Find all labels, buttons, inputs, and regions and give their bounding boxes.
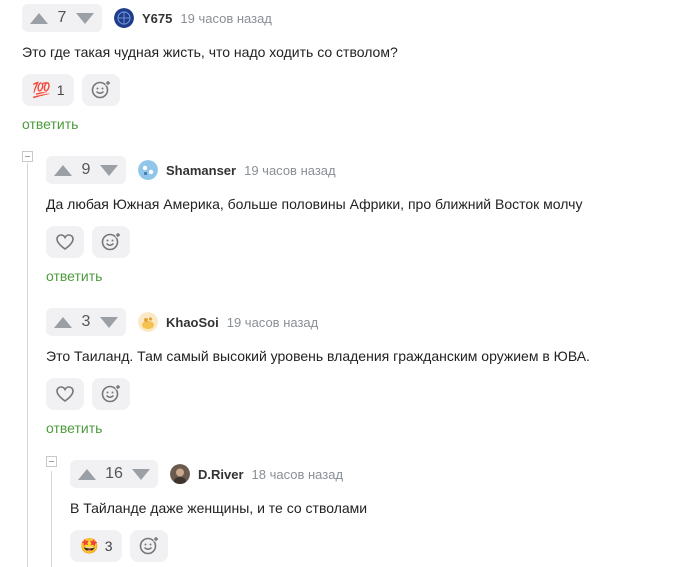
comment-text: В Тайланде даже женщины, и те со стволам…	[70, 500, 368, 516]
reaction-button[interactable]: 🤩 3	[70, 530, 123, 562]
author-name[interactable]: D.River	[198, 467, 244, 482]
arrow-up-icon[interactable]	[78, 468, 96, 480]
heart-icon	[56, 386, 74, 402]
arrow-up-icon[interactable]	[30, 12, 48, 24]
timestamp[interactable]: 19 часов назад	[227, 315, 319, 330]
avatar[interactable]	[138, 160, 158, 180]
add-emoji-icon	[140, 536, 159, 555]
add-emoji-icon	[101, 232, 121, 251]
like-button[interactable]	[46, 378, 84, 410]
rating: 9	[81, 161, 91, 178]
vote-box: 3	[46, 308, 126, 336]
arrow-up-icon[interactable]	[54, 164, 72, 176]
add-reaction-button[interactable]	[92, 378, 130, 410]
collapse-icon[interactable]	[22, 151, 33, 162]
vote-box: 9	[46, 156, 126, 184]
comment-text: Это где такая чудная жисть, что надо ход…	[22, 44, 398, 60]
avatar[interactable]	[138, 312, 158, 332]
timestamp[interactable]: 18 часов назад	[252, 467, 344, 482]
arrow-down-icon[interactable]	[100, 164, 118, 176]
heart-icon	[56, 234, 74, 250]
collapse-icon[interactable]	[46, 456, 57, 467]
author-name[interactable]: KhaoSoi	[166, 315, 219, 330]
add-reaction-button[interactable]	[130, 530, 169, 562]
avatar[interactable]	[170, 464, 190, 484]
author-name[interactable]: Shamanser	[166, 163, 236, 178]
reply-link[interactable]: ответить	[46, 268, 102, 284]
add-emoji-icon	[101, 384, 121, 403]
reaction-count: 3	[104, 538, 113, 554]
reply-link[interactable]: ответить	[22, 116, 78, 132]
vote-box: 16	[70, 460, 158, 488]
add-emoji-icon	[92, 80, 111, 99]
thread-line	[27, 163, 28, 567]
rating: 7	[57, 9, 67, 26]
reaction-button[interactable]: 💯 1	[22, 74, 75, 106]
thread-line	[51, 471, 52, 567]
like-button[interactable]	[46, 226, 84, 258]
star-struck-emoji-icon: 🤩	[80, 538, 99, 555]
avatar[interactable]	[114, 8, 134, 28]
arrow-down-icon[interactable]	[132, 468, 150, 480]
rating: 16	[105, 465, 123, 482]
arrow-down-icon[interactable]	[100, 316, 118, 328]
add-reaction-button[interactable]	[82, 74, 121, 106]
reply-link[interactable]: ответить	[46, 420, 102, 436]
reaction-count: 1	[56, 82, 65, 98]
add-reaction-button[interactable]	[92, 226, 130, 258]
rating: 3	[81, 313, 91, 330]
timestamp[interactable]: 19 часов назад	[180, 11, 272, 26]
hundred-points-emoji-icon: 💯	[32, 82, 51, 99]
author-name[interactable]: Y675	[142, 11, 172, 26]
arrow-up-icon[interactable]	[54, 316, 72, 328]
arrow-down-icon[interactable]	[76, 12, 94, 24]
comment-text: Да любая Южная Америка, больше половины …	[46, 196, 583, 212]
comment-text: Это Таиланд. Там самый высокий уровень в…	[46, 348, 590, 364]
timestamp[interactable]: 19 часов назад	[244, 163, 336, 178]
vote-box: 7	[22, 4, 102, 32]
